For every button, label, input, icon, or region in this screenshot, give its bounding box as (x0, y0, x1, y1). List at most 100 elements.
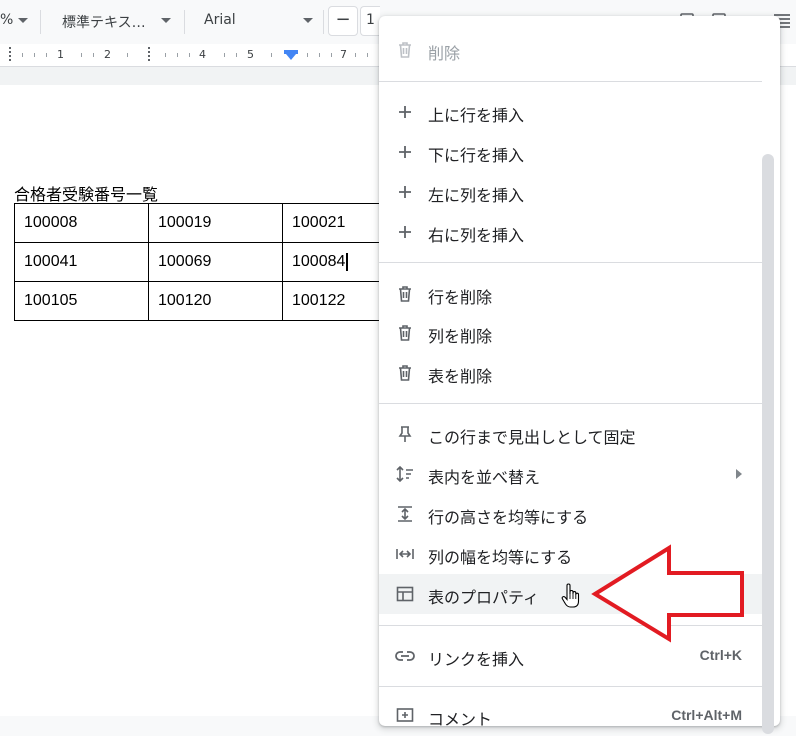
menu-item-insert-column-left[interactable]: 左に列を挿入 (379, 172, 762, 212)
table-row[interactable]: 100105 100120 100122 (14, 281, 417, 321)
trash-icon (395, 40, 415, 60)
zoom-suffix[interactable]: % (0, 12, 13, 28)
table-icon (395, 584, 415, 604)
toolbar-divider (40, 10, 41, 34)
ruler-tick (177, 53, 178, 57)
menu-item-sort-table[interactable]: 表内を並べ替え (379, 454, 762, 494)
menu-item-label: 表内を並べ替え (428, 468, 541, 487)
indent-marker-icon[interactable] (284, 50, 298, 60)
ruler-tick (236, 53, 237, 57)
plus-icon (395, 102, 415, 122)
ruler-tick (189, 53, 190, 57)
ruler-number: 7 (340, 48, 347, 61)
table-cell[interactable]: 100019 (148, 203, 283, 243)
ruler-tick (46, 53, 47, 57)
table-cell[interactable]: 100008 (14, 203, 149, 243)
distribute-columns-icon (395, 544, 415, 564)
ruler-column-handle[interactable] (148, 47, 150, 61)
red-arrow-annotation (590, 543, 750, 643)
text-cursor (346, 252, 349, 271)
menu-item-label: リンクを挿入 (428, 650, 525, 669)
menu-divider (379, 686, 762, 687)
menu-item-insert-row-below[interactable]: 下に行を挿入 (379, 132, 762, 172)
menu-item-delete-column[interactable]: 列を削除 (379, 313, 762, 353)
ruler-number: 5 (247, 48, 254, 61)
table-cell[interactable]: 100120 (148, 281, 283, 321)
menu-item-delete-row[interactable]: 行を削除 (379, 274, 762, 314)
distribute-rows-icon (395, 504, 415, 524)
menu-item-comment[interactable]: コメント Ctrl+Alt+M (379, 696, 762, 736)
ruler-tick (22, 53, 23, 57)
menu-item-delete-table[interactable]: 表を削除 (379, 353, 762, 393)
shortcut-label: Ctrl+K (699, 647, 742, 663)
menu-item-distribute-rows[interactable]: 行の高さを均等にする (379, 494, 762, 534)
trash-icon (395, 363, 415, 383)
trash-icon (395, 323, 415, 343)
hand-pointer-icon (561, 583, 581, 609)
shortcut-label: Ctrl+Alt+M (671, 707, 742, 723)
table-cell[interactable]: 100105 (14, 281, 149, 321)
font-caret-icon[interactable] (303, 18, 313, 23)
menu-divider (379, 81, 762, 82)
style-select[interactable]: 標準テキス… (62, 12, 146, 32)
ruler-tick (93, 53, 94, 57)
ruler-tick (331, 53, 332, 57)
link-icon (395, 646, 415, 666)
sort-icon (395, 464, 415, 484)
ruler-tick (81, 53, 82, 57)
ruler-tick (34, 53, 35, 57)
ruler-tick (307, 53, 308, 57)
ruler-column-handle[interactable] (9, 47, 11, 61)
trash-icon (395, 284, 415, 304)
table-cell-text: 100084 (292, 253, 346, 271)
table-row[interactable]: 100008 100019 100021 (14, 203, 417, 243)
font-size-input[interactable]: 1 (360, 6, 380, 36)
table-row[interactable]: 100041 100069 100084 (14, 242, 417, 282)
menu-item-pin-header-rows[interactable]: この行まで見出しとして固定 (379, 414, 762, 454)
plus-icon (395, 142, 415, 162)
menu-item-label: 行の高さを均等にする (428, 508, 589, 527)
menu-item-label: この行まで見出しとして固定 (428, 428, 636, 447)
ruler-number: 1 (57, 48, 64, 61)
menu-item-label: 表のプロパティ (428, 588, 540, 607)
menu-item-label: コメント (428, 710, 493, 729)
document-table[interactable]: 100008 100019 100021 100041 100069 10008… (14, 203, 417, 321)
style-caret-icon[interactable] (161, 18, 171, 23)
pin-icon (395, 424, 415, 444)
submenu-arrow-icon (736, 469, 742, 479)
menu-item-label: 列の幅を均等にする (428, 548, 573, 567)
ruler-tick (224, 53, 225, 57)
menu-scrollbar[interactable] (762, 154, 774, 734)
ruler-number: 4 (199, 48, 206, 61)
menu-item-label: 右に列を挿入 (428, 226, 525, 245)
plus-icon (395, 182, 415, 202)
plus-icon (395, 222, 415, 242)
menu-item-insert-row-above[interactable]: 上に行を挿入 (379, 92, 762, 132)
menu-divider (379, 262, 762, 263)
comment-add-icon (395, 706, 415, 726)
ruler-tick (165, 53, 166, 57)
ruler-number: 2 (104, 48, 111, 61)
ruler-tick (319, 53, 320, 57)
menu-item-label: 列を削除 (428, 327, 493, 346)
menu-item-label: 上に行を挿入 (428, 106, 525, 125)
toolbar-divider (184, 10, 185, 34)
font-size-decrease-button[interactable]: − (328, 6, 358, 36)
ruler-tick (271, 53, 272, 57)
menu-item-insert-column-right[interactable]: 右に列を挿入 (379, 212, 762, 252)
menu-item-label: 行を削除 (428, 288, 493, 307)
ruler-tick (367, 53, 368, 57)
menu-item-delete: 削除 (379, 30, 762, 70)
zoom-caret-icon[interactable] (18, 18, 28, 23)
document-heading[interactable]: 合格者受験番号一覧 (14, 181, 158, 205)
ruler-tick (355, 53, 356, 57)
toolbar-divider (323, 10, 324, 34)
table-cell[interactable]: 100041 (14, 242, 149, 282)
font-select[interactable]: Arial (204, 12, 236, 28)
menu-item-label: 表を削除 (428, 367, 493, 386)
menu-item-label: 下に行を挿入 (428, 146, 525, 165)
table-cell[interactable]: 100069 (148, 242, 283, 282)
menu-divider (379, 403, 762, 404)
menu-item-label: 削除 (428, 44, 461, 63)
menu-item-label: 左に列を挿入 (428, 186, 525, 205)
